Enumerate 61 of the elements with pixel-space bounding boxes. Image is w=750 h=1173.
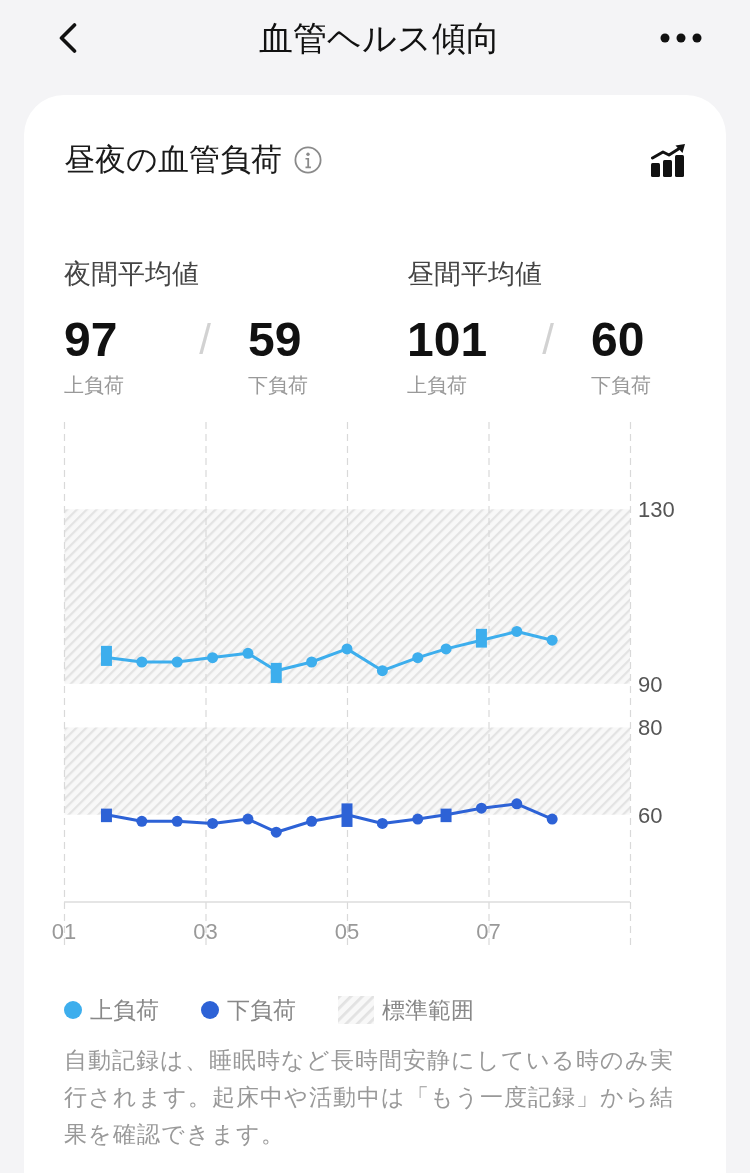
x-axis-label: 05	[334, 919, 360, 944]
legend-hatch-icon	[338, 996, 374, 1024]
legend-label: 標準範囲	[382, 996, 474, 1025]
data-point	[412, 813, 424, 825]
error-bar	[100, 645, 112, 666]
legend-label: 上負荷	[90, 996, 159, 1025]
data-point	[376, 817, 388, 829]
data-point	[171, 656, 183, 668]
data-point	[136, 815, 148, 827]
y-axis-label: 90	[638, 671, 663, 697]
error-bar	[440, 808, 452, 823]
data-point	[412, 652, 424, 664]
value-caption: 上負荷	[64, 373, 124, 398]
info-icon	[294, 146, 322, 174]
error-bar	[100, 808, 112, 823]
chevron-left-icon	[59, 23, 77, 53]
data-point	[306, 656, 318, 668]
chart-view-button[interactable]	[651, 143, 686, 177]
x-axis-label: 07	[476, 919, 501, 944]
y-axis-label: 80	[638, 715, 663, 741]
data-point	[511, 798, 523, 810]
average-label: 夜間平均値	[64, 258, 200, 291]
error-bar	[270, 662, 282, 683]
x-axis-label: 03	[193, 919, 218, 944]
data-point	[136, 656, 148, 668]
legend-label: 下負荷	[227, 996, 296, 1025]
bar-chart-icon	[651, 143, 686, 177]
more-icon	[660, 33, 702, 43]
data-point	[207, 817, 219, 829]
data-point	[306, 815, 318, 827]
y-axis-label: 130	[638, 497, 675, 523]
average-label: 昼間平均値	[407, 258, 543, 291]
info-button[interactable]	[294, 146, 322, 174]
data-point	[546, 813, 558, 825]
data-point	[270, 826, 282, 838]
data-point	[511, 625, 523, 637]
separator: /	[542, 315, 554, 365]
x-axis-label: 01	[51, 919, 77, 944]
page-title: 血管ヘルス傾向	[259, 18, 500, 59]
error-bar	[475, 628, 487, 648]
data-point	[341, 643, 353, 655]
data-point	[475, 802, 487, 814]
data-point	[440, 643, 452, 655]
value-caption: 下負荷	[591, 373, 651, 398]
average-value: 101	[407, 314, 488, 366]
average-value: 97	[64, 314, 118, 366]
value-caption: 下負荷	[248, 373, 308, 398]
data-point	[207, 652, 219, 664]
data-point	[171, 815, 183, 827]
value-caption: 上負荷	[407, 373, 467, 398]
data-point	[242, 647, 254, 659]
average-value: 60	[591, 314, 645, 366]
average-value: 59	[248, 314, 302, 366]
note-text: 自動記録は、睡眠時など長時間安静にしている時のみ実行されます。起床中や活動中は「もう一度記録」から結果を確認できます。	[64, 1046, 675, 1149]
card-title: 昼夜の血管負荷	[64, 141, 282, 179]
data-point	[546, 634, 558, 646]
separator: /	[199, 315, 211, 365]
y-axis-label: 60	[638, 802, 663, 828]
error-bar	[341, 803, 353, 827]
data-point	[376, 665, 388, 677]
data-point	[242, 813, 254, 825]
